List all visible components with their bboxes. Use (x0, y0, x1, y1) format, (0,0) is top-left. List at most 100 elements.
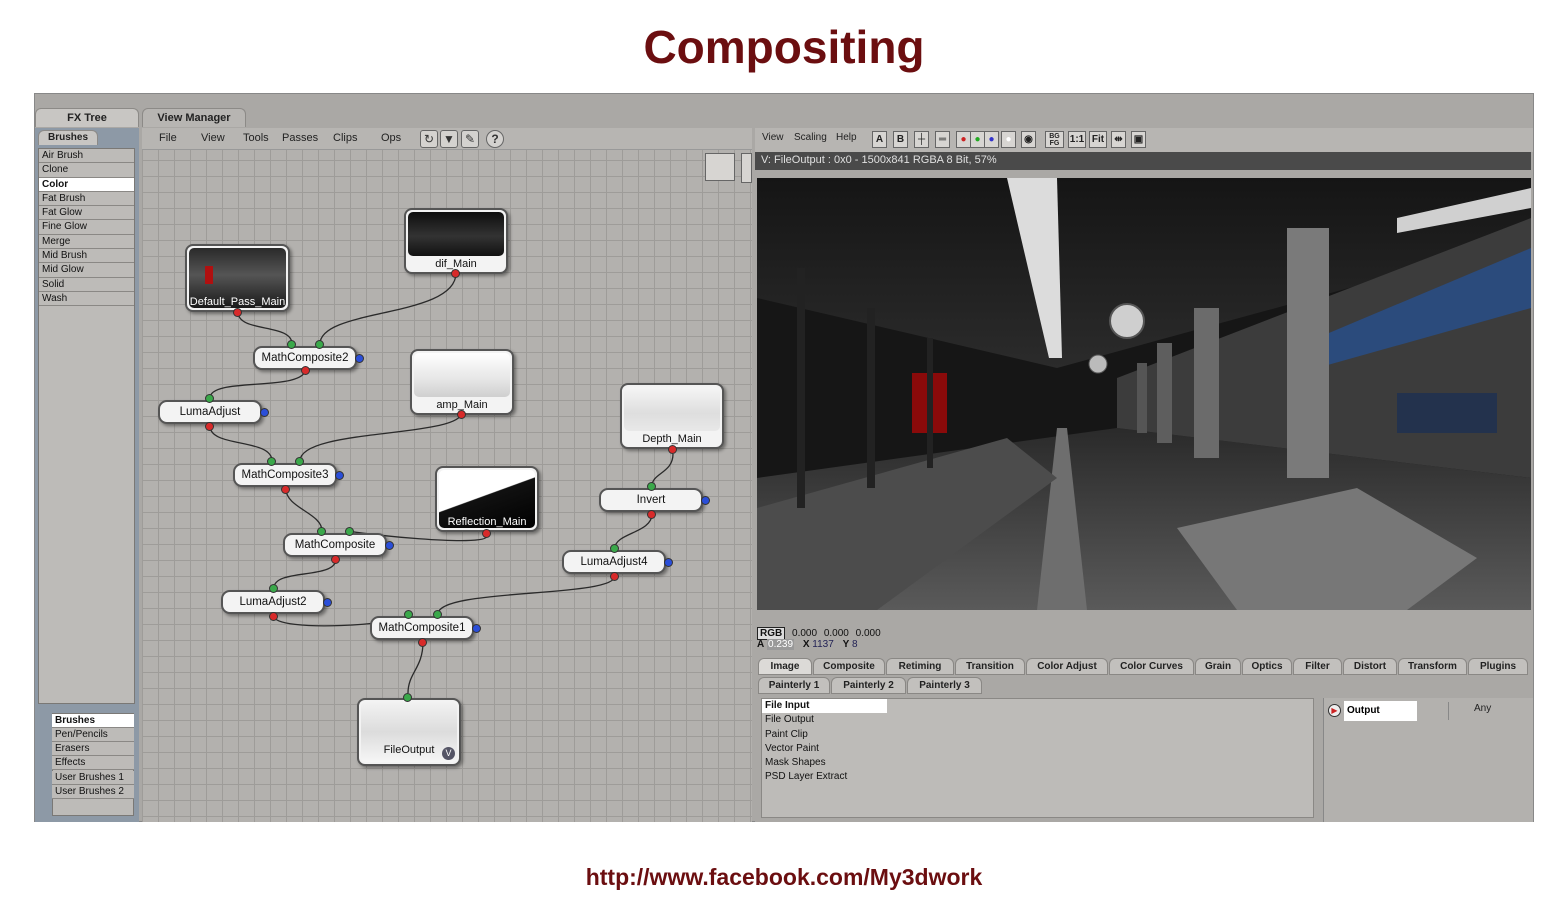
output-port[interactable] (331, 555, 340, 564)
brush-item-selected[interactable]: Color (39, 177, 134, 192)
output-port[interactable] (281, 485, 290, 494)
mask-port[interactable] (385, 541, 394, 550)
output-port[interactable] (301, 366, 310, 375)
tab-image[interactable]: Image (758, 658, 812, 675)
output-port[interactable] (482, 529, 491, 538)
buffer-b-button[interactable]: B (893, 131, 908, 148)
split-horizontal-icon[interactable]: ═ (935, 131, 950, 148)
brush-item[interactable]: Fine Glow (39, 220, 134, 235)
brush-item[interactable]: Clone (39, 163, 134, 178)
image-list-item[interactable]: Mask Shapes (762, 756, 1313, 770)
tab-transition[interactable]: Transition (955, 658, 1025, 675)
viewer-menu-view[interactable]: View (762, 132, 784, 143)
tab-painterly-3[interactable]: Painterly 3 (907, 677, 982, 694)
viewer-menu-help[interactable]: Help (836, 132, 857, 143)
buffer-a-button[interactable]: A (872, 131, 887, 148)
brush-category[interactable]: User Brushes 2 (52, 785, 134, 800)
mask-port[interactable] (335, 471, 344, 480)
node-file-output[interactable]: FileOutput V (357, 698, 461, 766)
tab-grain[interactable]: Grain (1195, 658, 1241, 675)
node-math-composite-3[interactable]: MathComposite3 (233, 463, 337, 487)
brush-category[interactable]: User Brushes 1 (52, 771, 134, 786)
mask-port[interactable] (260, 408, 269, 417)
mask-port[interactable] (701, 496, 710, 505)
tab-transform[interactable]: Transform (1398, 658, 1467, 675)
play-output-icon[interactable]: ▶ (1328, 704, 1341, 717)
tab-view-manager[interactable]: View Manager (142, 108, 246, 127)
snapshot-icon[interactable]: ▣ (1131, 131, 1146, 148)
mask-port[interactable] (472, 624, 481, 633)
alpha-channel-icon[interactable]: ● (1001, 131, 1016, 148)
brush-item[interactable]: Fat Brush (39, 191, 134, 207)
node-luma-adjust-4[interactable]: LumaAdjust4 (562, 550, 666, 574)
node-math-composite[interactable]: MathComposite (283, 533, 387, 557)
viewer-menu-scaling[interactable]: Scaling (794, 132, 827, 143)
input-port[interactable] (317, 527, 326, 536)
node-depth[interactable]: Depth_Main (620, 383, 724, 449)
node-luma-adjust-2[interactable]: LumaAdjust2 (221, 590, 325, 614)
input-port[interactable] (345, 527, 354, 536)
mask-port[interactable] (323, 598, 332, 607)
green-channel-icon[interactable]: ● (970, 131, 985, 148)
input-port[interactable] (404, 610, 413, 619)
output-port[interactable] (457, 410, 466, 419)
output-port[interactable] (418, 638, 427, 647)
viewer-image[interactable] (757, 178, 1531, 610)
brush-category[interactable]: Effects (52, 756, 134, 771)
brush-item[interactable]: Mid Brush (39, 249, 134, 264)
tab-plugins[interactable]: Plugins (1468, 658, 1528, 675)
brush-category[interactable]: Erasers (52, 742, 134, 757)
image-list-item-selected[interactable]: File Input (762, 699, 887, 714)
mask-port[interactable] (664, 558, 673, 567)
input-port[interactable] (205, 394, 214, 403)
mask-port[interactable] (355, 354, 364, 363)
image-list-item[interactable]: File Output (762, 713, 1313, 727)
brush-item[interactable]: Solid (39, 277, 134, 292)
tab-composite[interactable]: Composite (813, 658, 885, 675)
node-dif[interactable]: dif_Main (404, 208, 508, 274)
node-graph[interactable]: File View Tools Passes Clips Ops ↻ ▼ ✎ ? (142, 128, 752, 822)
tab-color-curves[interactable]: Color Curves (1109, 658, 1194, 675)
node-invert[interactable]: Invert (599, 488, 703, 512)
zoom-1-1-button[interactable]: 1:1 (1068, 131, 1086, 148)
red-channel-icon[interactable]: ● (956, 131, 971, 148)
output-port[interactable] (610, 572, 619, 581)
tab-distort[interactable]: Distort (1343, 658, 1397, 675)
tab-painterly-2[interactable]: Painterly 2 (831, 677, 906, 694)
tab-painterly-1[interactable]: Painterly 1 (758, 677, 830, 694)
bg-fg-toggle[interactable]: BG FG (1045, 131, 1064, 148)
tab-optics[interactable]: Optics (1242, 658, 1292, 675)
brush-category-selected[interactable]: Brushes (52, 714, 134, 729)
node-amp[interactable]: amp_Main (410, 349, 514, 415)
output-port[interactable] (205, 422, 214, 431)
output-port[interactable] (668, 445, 677, 454)
image-list-item[interactable]: PSD Layer Extract (762, 770, 1313, 784)
brush-item[interactable]: Fat Glow (39, 206, 134, 221)
tab-color-adjust[interactable]: Color Adjust (1026, 658, 1108, 675)
tab-retiming[interactable]: Retiming (886, 658, 954, 675)
fit-button[interactable]: Fit (1089, 131, 1107, 148)
input-port[interactable] (269, 584, 278, 593)
input-port[interactable] (610, 544, 619, 553)
image-list-item[interactable]: Vector Paint (762, 742, 1313, 756)
output-port[interactable] (647, 510, 656, 519)
input-port[interactable] (433, 610, 442, 619)
brush-item[interactable]: Air Brush (39, 149, 134, 164)
tab-filter[interactable]: Filter (1293, 658, 1342, 675)
input-port[interactable] (315, 340, 324, 349)
output-label[interactable]: Output (1344, 701, 1417, 721)
input-port[interactable] (287, 340, 296, 349)
split-vertical-icon[interactable]: ┼ (914, 131, 929, 148)
node-reflection[interactable]: Reflection_Main (435, 466, 539, 532)
blue-channel-icon[interactable]: ● (984, 131, 999, 148)
output-port[interactable] (233, 308, 242, 317)
node-default-pass[interactable]: Default_Pass_Main (185, 244, 290, 312)
brush-item[interactable]: Mid Glow (39, 263, 134, 278)
fit-width-icon[interactable]: ⇹ (1111, 131, 1126, 148)
output-port[interactable] (269, 612, 278, 621)
node-math-composite-1[interactable]: MathComposite1 (370, 616, 474, 640)
brush-item[interactable]: Merge (39, 234, 134, 250)
output-port[interactable] (451, 269, 460, 278)
input-port[interactable] (267, 457, 276, 466)
input-port[interactable] (647, 482, 656, 491)
